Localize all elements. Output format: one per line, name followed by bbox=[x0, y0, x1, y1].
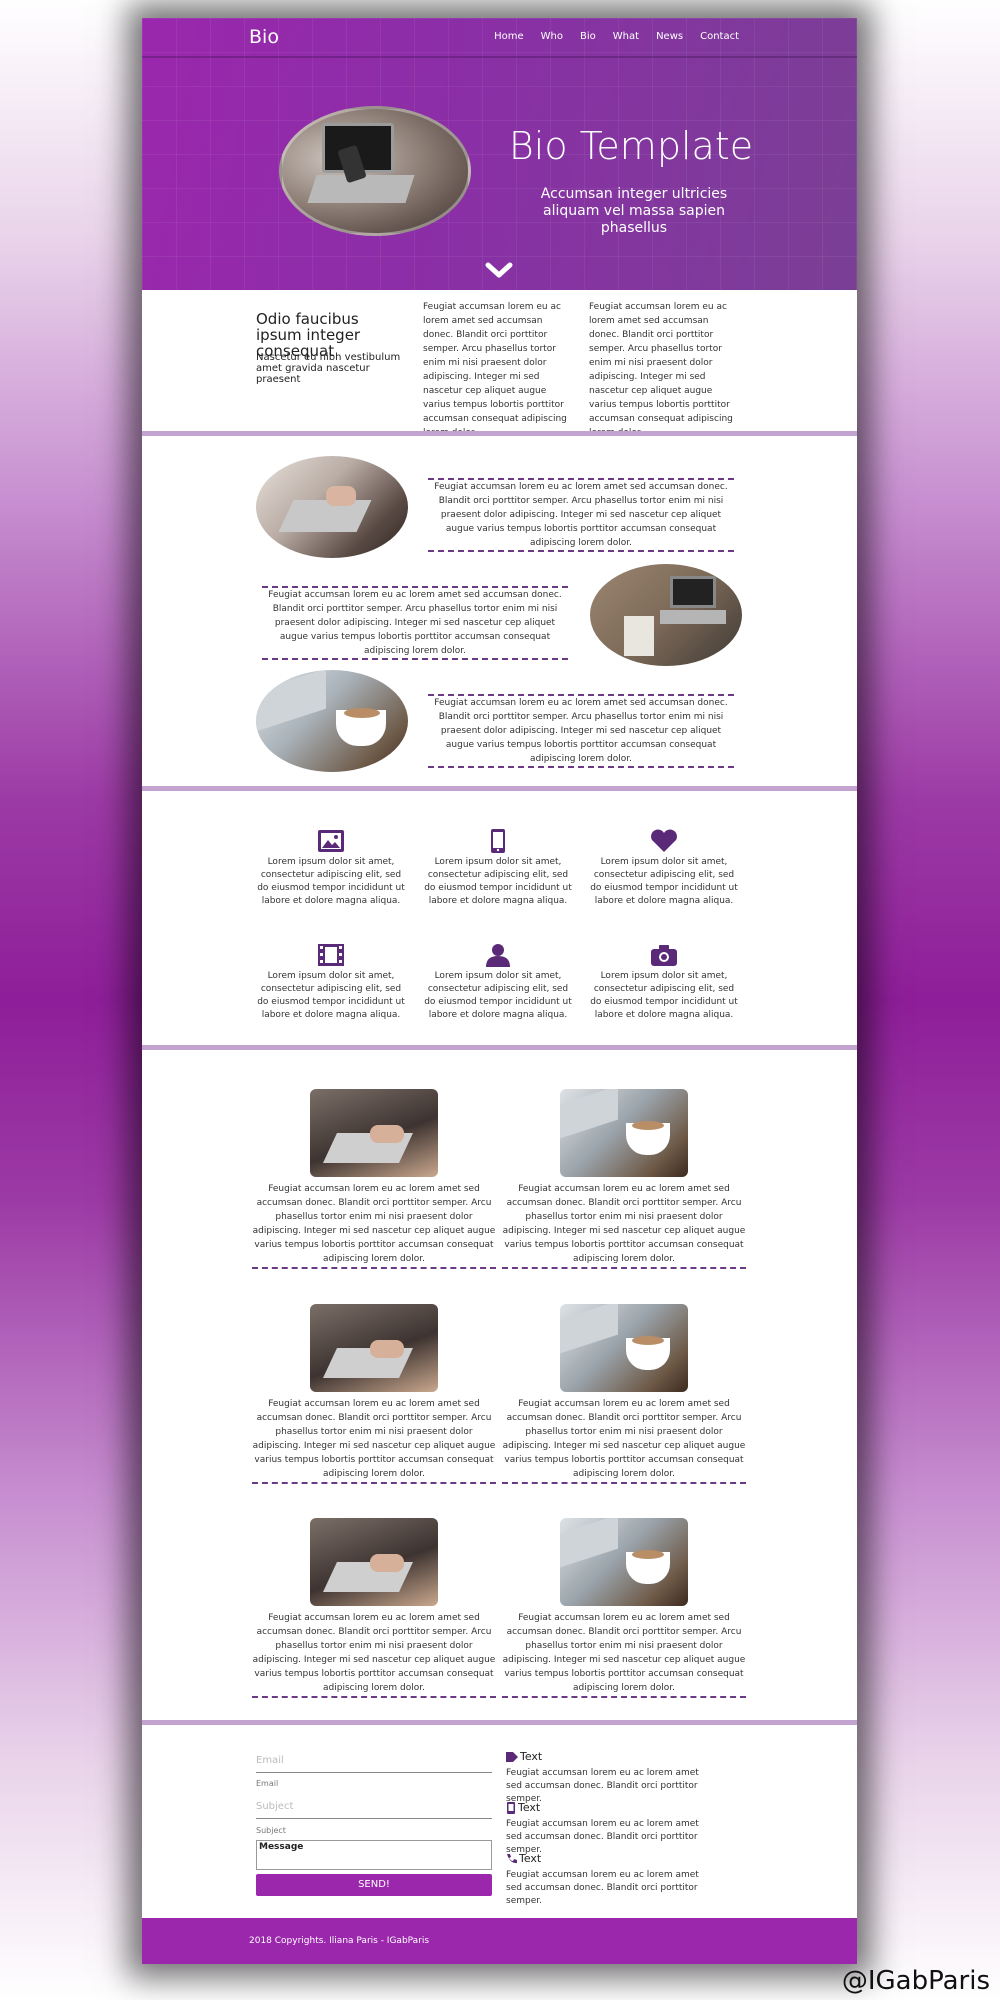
gallery-card-6: Feugiat accumsan lorem eu ac lorem amet … bbox=[502, 1518, 746, 1698]
feature-3: Lorem ipsum dolor sit amet, consectetur … bbox=[589, 828, 739, 908]
nav-item-bio[interactable]: Bio bbox=[580, 31, 596, 42]
gallery-caption: Feugiat accumsan lorem eu ac lorem amet … bbox=[252, 1611, 496, 1698]
page: Bio Home Who Bio What News Contact Bio T… bbox=[142, 18, 857, 1964]
phone-icon bbox=[507, 1854, 517, 1864]
feature-text: Lorem ipsum dolor sit amet, consectetur … bbox=[424, 857, 572, 906]
user-icon bbox=[486, 944, 510, 967]
footer-copyright: 2018 Copyrights. Iliana Paris - IGabPari… bbox=[249, 1936, 430, 1946]
tag-icon bbox=[506, 1751, 518, 1762]
feature-5: Lorem ipsum dolor sit amet, consectetur … bbox=[423, 942, 573, 1022]
film-icon bbox=[318, 944, 344, 966]
gallery-image[interactable] bbox=[310, 1518, 438, 1606]
contact-item-title: Text bbox=[518, 1801, 541, 1814]
nav-item-news[interactable]: News bbox=[656, 31, 683, 42]
gallery-card-4: Feugiat accumsan lorem eu ac lorem amet … bbox=[502, 1304, 746, 1484]
gallery-caption: Feugiat accumsan lorem eu ac lorem amet … bbox=[502, 1182, 746, 1269]
tablet-icon bbox=[491, 829, 505, 853]
gallery-card-2: Feugiat accumsan lorem eu ac lorem amet … bbox=[502, 1089, 746, 1269]
section-divider bbox=[142, 786, 857, 791]
contact-item-2-heading: Text bbox=[506, 1801, 540, 1814]
feature-1: Lorem ipsum dolor sit amet, consectetur … bbox=[256, 828, 406, 908]
footer: 2018 Copyrights. Iliana Paris - IGabPari… bbox=[142, 1918, 857, 1964]
gallery-caption: Feugiat accumsan lorem eu ac lorem amet … bbox=[502, 1611, 746, 1698]
gallery-caption: Feugiat accumsan lorem eu ac lorem amet … bbox=[502, 1397, 746, 1484]
watermark: @IGabParis bbox=[841, 1966, 990, 1996]
contact-item-text: Feugiat accumsan lorem eu ac lorem amet … bbox=[506, 1870, 699, 1906]
contact-item-title: Text bbox=[520, 1750, 543, 1763]
email-label: Email bbox=[256, 1779, 279, 1788]
spotlight-image-1 bbox=[256, 456, 408, 558]
section-divider bbox=[142, 1720, 857, 1725]
nav-menu: Home Who Bio What News Contact bbox=[494, 31, 739, 42]
section-divider bbox=[142, 431, 857, 436]
email-input[interactable]: Email bbox=[256, 1755, 492, 1773]
section-divider bbox=[142, 1045, 857, 1050]
image-icon bbox=[318, 830, 344, 852]
hero-laptop-image bbox=[279, 106, 471, 236]
intro-column-2: Feugiat accumsan lorem eu ac lorem amet … bbox=[589, 302, 733, 438]
contact-item-3-heading: Text bbox=[506, 1852, 541, 1865]
gallery-image[interactable] bbox=[310, 1089, 438, 1177]
tablet-icon bbox=[507, 1801, 515, 1814]
gallery-card-1: Feugiat accumsan lorem eu ac lorem amet … bbox=[252, 1089, 496, 1269]
subject-input[interactable]: Subject bbox=[256, 1801, 492, 1819]
spotlight-text-2: Feugiat accumsan lorem eu ac lorem amet … bbox=[262, 586, 568, 660]
gallery-card-3: Feugiat accumsan lorem eu ac lorem amet … bbox=[252, 1304, 496, 1484]
feature-4: Lorem ipsum dolor sit amet, consectetur … bbox=[256, 942, 406, 1022]
gallery-caption: Feugiat accumsan lorem eu ac lorem amet … bbox=[252, 1397, 496, 1484]
intro-column-1: Feugiat accumsan lorem eu ac lorem amet … bbox=[423, 302, 567, 438]
intro-subheading: Nascetur eu nibh vestibulum amet gravida… bbox=[256, 352, 401, 385]
spotlight-text-1: Feugiat accumsan lorem eu ac lorem amet … bbox=[428, 478, 734, 552]
nav-item-home[interactable]: Home bbox=[494, 31, 524, 42]
feature-2: Lorem ipsum dolor sit amet, consectetur … bbox=[423, 828, 573, 908]
hero-banner: Bio Home Who Bio What News Contact Bio T… bbox=[142, 18, 857, 290]
feature-text: Lorem ipsum dolor sit amet, consectetur … bbox=[590, 857, 738, 906]
spotlight-text-3: Feugiat accumsan lorem eu ac lorem amet … bbox=[428, 694, 734, 768]
send-button[interactable]: SEND! bbox=[256, 1874, 492, 1896]
message-textarea[interactable]: Message bbox=[256, 1840, 492, 1870]
hero-subtitle: Accumsan integer ultricies aliquam vel m… bbox=[540, 186, 728, 236]
feature-text: Lorem ipsum dolor sit amet, consectetur … bbox=[257, 971, 405, 1020]
spotlight-image-2 bbox=[590, 564, 742, 666]
chevron-down-icon[interactable] bbox=[485, 262, 513, 280]
gallery-image[interactable] bbox=[560, 1304, 688, 1392]
subject-label: Subject bbox=[256, 1826, 286, 1835]
gallery-card-5: Feugiat accumsan lorem eu ac lorem amet … bbox=[252, 1518, 496, 1698]
gallery-image[interactable] bbox=[310, 1304, 438, 1392]
feature-text: Lorem ipsum dolor sit amet, consectetur … bbox=[257, 857, 405, 906]
hero-title: Bio Template bbox=[508, 124, 754, 168]
gallery-image[interactable] bbox=[560, 1518, 688, 1606]
heart-icon bbox=[651, 829, 677, 852]
brand-logo[interactable]: Bio bbox=[249, 26, 279, 48]
feature-text: Lorem ipsum dolor sit amet, consectetur … bbox=[590, 971, 738, 1020]
nav-item-who[interactable]: Who bbox=[541, 31, 563, 42]
contact-item-title: Text bbox=[519, 1852, 542, 1865]
gallery-caption: Feugiat accumsan lorem eu ac lorem amet … bbox=[252, 1182, 496, 1269]
gallery-image[interactable] bbox=[560, 1089, 688, 1177]
contact-item-1-heading: Text bbox=[506, 1750, 542, 1763]
feature-6: Lorem ipsum dolor sit amet, consectetur … bbox=[589, 942, 739, 1022]
nav-item-what[interactable]: What bbox=[613, 31, 639, 42]
nav-item-contact[interactable]: Contact bbox=[700, 31, 739, 42]
spotlight-image-3 bbox=[256, 670, 408, 772]
feature-text: Lorem ipsum dolor sit amet, consectetur … bbox=[424, 971, 572, 1020]
navbar: Bio Home Who Bio What News Contact bbox=[142, 18, 857, 58]
camera-icon bbox=[651, 945, 677, 966]
